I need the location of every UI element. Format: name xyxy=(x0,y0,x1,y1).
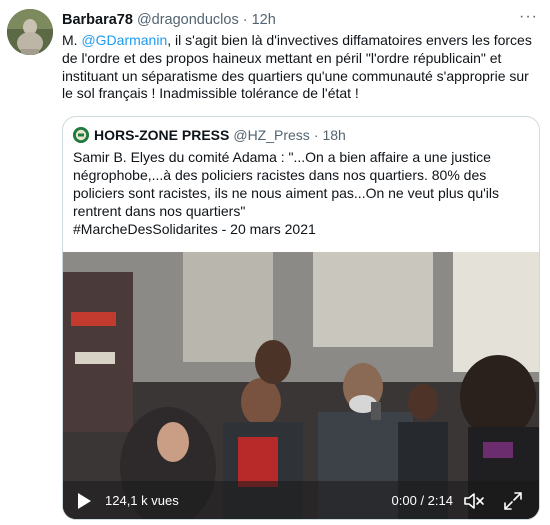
mention-link[interactable]: @GDarmanin xyxy=(81,32,167,48)
author-name[interactable]: Barbara78 xyxy=(62,12,133,28)
video-player[interactable]: 124,1 k vues 0:00 / 2:14 xyxy=(63,252,539,519)
separator-dot: · xyxy=(242,12,248,28)
video-time: 0:00 / 2:14 xyxy=(391,493,453,508)
video-controls: 124,1 k vues 0:00 / 2:14 xyxy=(63,481,539,519)
volume-muted-icon[interactable] xyxy=(463,491,485,511)
quoted-text-quote: Samir B. Elyes du comité Adama : "...On … xyxy=(73,149,499,219)
quoted-author-handle[interactable]: @HZ_Press xyxy=(233,127,309,143)
quoted-tweet[interactable]: HORS-ZONE PRESS @HZ_Press · 18h Samir B.… xyxy=(62,116,540,520)
tweet-text: M. @GDarmanin, il s'agit bien là d'invec… xyxy=(62,32,542,103)
quoted-author-name[interactable]: HORS-ZONE PRESS xyxy=(94,127,229,143)
quoted-text-hashtag-line: #MarcheDesSolidarites - 20 mars 2021 xyxy=(73,221,316,237)
play-icon[interactable] xyxy=(76,492,92,510)
quoted-tweet-time[interactable]: 18h xyxy=(322,127,345,143)
tweet-time[interactable]: 12h xyxy=(252,12,276,28)
more-options-button[interactable]: ··· xyxy=(519,8,538,26)
quoted-separator-dot: · xyxy=(313,127,319,143)
quoted-tweet-text: Samir B. Elyes du comité Adama : "...On … xyxy=(73,148,531,238)
tweet-header: Barbara78 @dragonduclos · 12h xyxy=(62,11,276,29)
tweet-text-prefix: M. xyxy=(62,32,82,48)
author-handle[interactable]: @dragonduclos xyxy=(137,12,239,28)
video-frame xyxy=(63,252,539,519)
hz-press-logo-icon[interactable] xyxy=(73,127,89,143)
tweet[interactable]: Barbara78 @dragonduclos · 12h ··· M. @GD… xyxy=(0,0,550,525)
fullscreen-icon[interactable] xyxy=(503,491,523,511)
author-avatar[interactable] xyxy=(7,9,53,55)
quoted-tweet-header: HORS-ZONE PRESS @HZ_Press · 18h xyxy=(73,126,346,144)
video-view-count: 124,1 k vues xyxy=(105,493,179,508)
